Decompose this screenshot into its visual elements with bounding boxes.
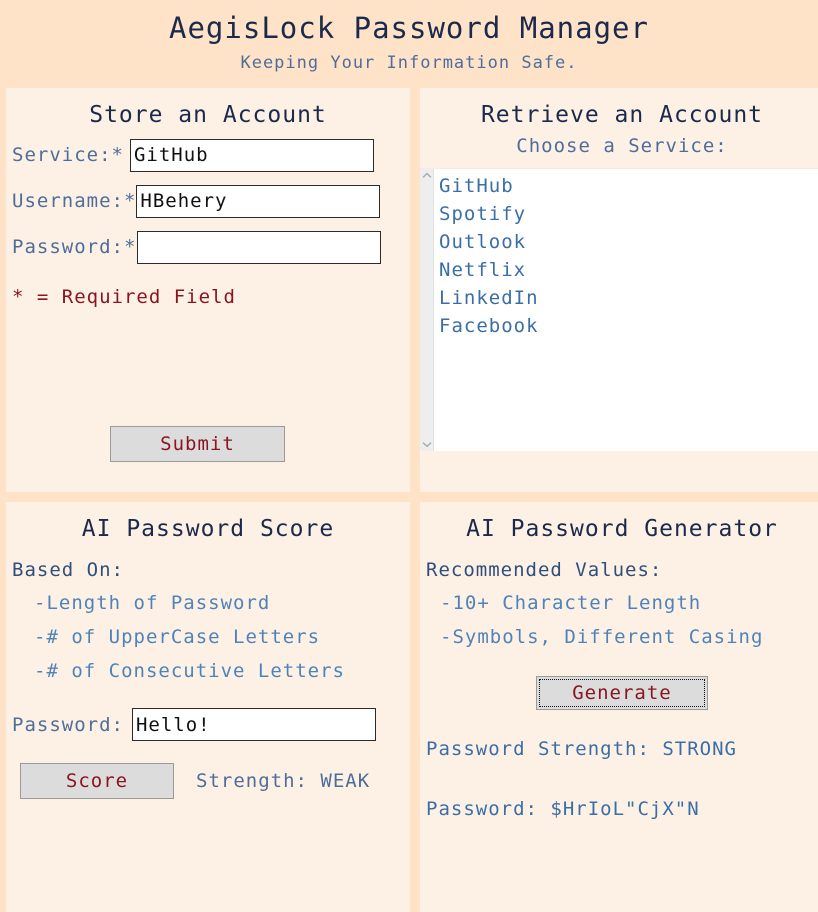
password-field-row: Password:* — [6, 224, 410, 270]
listbox-options: GitHub Spotify Outlook Netflix LinkedIn … — [434, 169, 818, 451]
list-item[interactable]: Spotify — [439, 200, 818, 228]
generator-recommendation: -10+ Character Length — [440, 592, 702, 614]
username-input[interactable] — [136, 184, 381, 218]
retrieve-account-panel: Retrieve an Account Choose a Service: Gi… — [420, 88, 818, 492]
app-title: AegisLock Password Manager — [169, 11, 649, 45]
generator-recommendation: -Symbols, Different Casing — [440, 626, 764, 648]
service-field-row: Service:* — [6, 132, 410, 178]
password-generator-panel: AI Password Generator Recommended Values… — [420, 502, 818, 912]
score-password-label: Password: — [12, 713, 124, 736]
app-subtitle: Keeping Your Information Safe. — [240, 53, 578, 73]
password-input[interactable] — [137, 230, 382, 264]
choose-service-label: Choose a Service: — [516, 135, 728, 157]
score-password-input[interactable] — [131, 708, 376, 741]
submit-button[interactable]: Submit — [110, 426, 285, 462]
service-input[interactable] — [129, 138, 374, 172]
list-item[interactable]: Facebook — [439, 312, 818, 340]
generated-password-line: Password: $HrIoL"CjX"N — [426, 798, 700, 820]
panel-grid: Store an Account Service:* Username:* Pa… — [0, 88, 818, 912]
chevron-down-icon[interactable] — [422, 441, 432, 448]
list-item[interactable]: Netflix — [439, 256, 818, 284]
password-label: Password:* — [12, 236, 137, 258]
required-field-note: * = Required Field — [12, 286, 236, 308]
list-item[interactable]: GitHub — [439, 172, 818, 200]
recommended-values-label: Recommended Values: — [426, 559, 663, 581]
score-criterion: -Length of Password — [34, 592, 271, 614]
based-on-label: Based On: — [12, 559, 124, 581]
generator-panel-title: AI Password Generator — [466, 516, 778, 542]
listbox-scrollbar[interactable] — [420, 169, 434, 451]
password-score-panel: AI Password Score Based On: -Length of P… — [6, 502, 410, 912]
list-item[interactable]: LinkedIn — [439, 284, 818, 312]
username-label: Username:* — [12, 190, 137, 212]
store-panel-title: Store an Account — [89, 102, 327, 128]
list-item[interactable]: Outlook — [439, 228, 818, 256]
score-panel-title: AI Password Score — [81, 516, 335, 542]
score-criterion: -# of UpperCase Letters — [34, 626, 321, 648]
score-action-row: Score Strength: WEAK — [6, 741, 410, 799]
generate-button[interactable]: Generate — [536, 676, 708, 710]
service-listbox[interactable]: GitHub Spotify Outlook Netflix LinkedIn … — [420, 168, 818, 451]
score-strength-badge: Strength: WEAK — [196, 770, 371, 792]
generated-strength-line: Password Strength: STRONG — [426, 738, 737, 760]
store-account-panel: Store an Account Service:* Username:* Pa… — [6, 88, 410, 492]
service-label: Service:* — [12, 144, 124, 166]
app-header: AegisLock Password Manager Keeping Your … — [0, 0, 818, 76]
score-criterion: -# of Consecutive Letters — [34, 660, 345, 682]
score-password-row: Password: — [6, 688, 410, 741]
score-button[interactable]: Score — [20, 763, 174, 799]
retrieve-panel-title: Retrieve an Account — [480, 102, 764, 128]
username-field-row: Username:* — [6, 178, 410, 224]
chevron-up-icon[interactable] — [422, 172, 432, 179]
